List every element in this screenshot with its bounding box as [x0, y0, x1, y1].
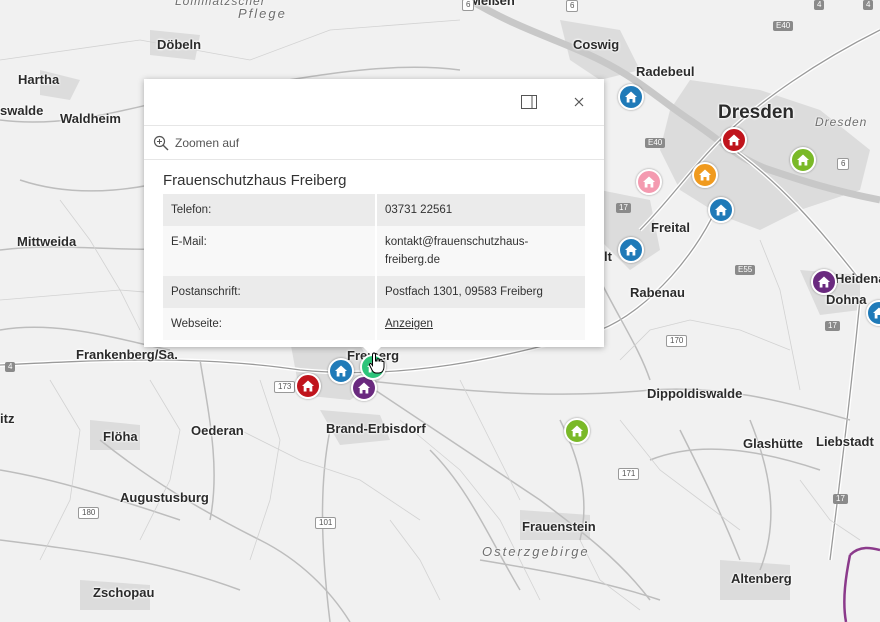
place-label-lt: lt: [604, 249, 612, 264]
place-label-frauenstein: Frauenstein: [522, 519, 596, 534]
road-shield: 171: [618, 468, 640, 480]
marker-frauenstein[interactable]: [564, 418, 590, 444]
place-label-brand-erbisdorf: Brand-Erbisdorf: [326, 421, 426, 436]
house-icon: [643, 176, 655, 188]
road-shield: 180: [78, 507, 100, 519]
road-shield: 17: [825, 321, 840, 331]
hand-cursor-icon: [368, 352, 385, 374]
marker-dresden-radebeul[interactable]: [618, 84, 644, 110]
road-shield: E40: [645, 138, 666, 148]
road-shield: 4: [814, 0, 825, 10]
region-label-pflege: Pflege: [238, 6, 287, 21]
table-row: Webseite: Anzeigen: [163, 308, 585, 340]
dock-icon: [521, 95, 537, 109]
place-label-dohna: Dohna: [826, 292, 867, 307]
close-icon: [574, 97, 584, 107]
region-label-dresden: Dresden: [815, 115, 868, 129]
house-icon: [571, 425, 583, 437]
place-label-augustusburg: Augustusburg: [120, 490, 209, 505]
place-label-itz: itz: [0, 411, 15, 426]
house-icon: [699, 169, 711, 181]
road-shield: 4: [5, 362, 16, 372]
place-label-liebstadt: Liebstadt: [816, 434, 874, 449]
place-label-radebeul: Radebeul: [636, 64, 695, 79]
feature-popup: Zoomen auf Frauenschutzhaus Freiberg Tel…: [144, 79, 604, 347]
place-label-meissen: Meißen: [470, 0, 515, 8]
table-row: Postanschrift: Postfach 1301, 09583 Frei…: [163, 276, 585, 308]
place-label-swalde: swalde: [0, 103, 44, 118]
place-label-freital: Freital: [651, 220, 691, 235]
place-label-coswig: Coswig: [573, 37, 620, 52]
attribute-key: Telefon:: [163, 194, 377, 226]
marker-dresden-east[interactable]: [790, 147, 816, 173]
popup-header: [144, 79, 604, 126]
place-label-floeha: Flöha: [103, 429, 138, 444]
road-shield: 170: [666, 335, 688, 347]
house-icon: [728, 134, 740, 146]
place-label-glashuette: Glashütte: [743, 436, 803, 451]
zoom-to-label: Zoomen auf: [175, 135, 240, 150]
place-label-hartha: Hartha: [18, 72, 60, 87]
marker-dresden-pink[interactable]: [636, 169, 662, 195]
popup-title: Frauenschutzhaus Freiberg: [163, 172, 347, 189]
marker-dresden-center[interactable]: [721, 127, 747, 153]
place-label-frankenberg: Frankenberg/Sa.: [76, 347, 178, 362]
place-label-dippoldiswalde: Dippoldiswalde: [647, 386, 743, 401]
place-label-oederan: Oederan: [191, 423, 244, 438]
road-shield: 173: [274, 381, 296, 393]
house-icon: [302, 380, 314, 392]
place-label-doebeln: Döbeln: [157, 37, 202, 52]
marker-dresden-south[interactable]: [708, 197, 734, 223]
attribute-key: Postanschrift:: [163, 276, 377, 308]
road-shield: 6: [837, 158, 850, 170]
place-label-rabenau: Rabenau: [630, 285, 685, 300]
attribute-value: 03731 22561: [376, 194, 585, 226]
website-link[interactable]: Anzeigen: [385, 318, 433, 330]
zoom-to-action[interactable]: Zoomen auf: [144, 126, 604, 160]
house-icon: [358, 382, 370, 394]
place-label-mittweida: Mittweida: [17, 234, 77, 249]
marker-freital[interactable]: [618, 237, 644, 263]
house-icon: [818, 276, 830, 288]
attribute-value: Postfach 1301, 09583 Freiberg: [376, 276, 585, 308]
road-shield: 17: [833, 494, 848, 504]
table-row: Telefon: 03731 22561: [163, 194, 585, 226]
attribute-value: kontakt@frauenschutzhaus- freiberg.de: [376, 226, 585, 276]
house-icon: [335, 365, 347, 377]
table-row: E-Mail: kontakt@frauenschutzhaus- freibe…: [163, 226, 585, 276]
road-shield: 4: [863, 0, 874, 10]
attribute-key: Webseite:: [163, 308, 377, 340]
place-label-zschopau: Zschopau: [93, 585, 155, 600]
marker-dresden-orange[interactable]: [692, 162, 718, 188]
house-icon: [715, 204, 727, 216]
place-label-dresden: Dresden: [718, 102, 795, 123]
house-icon: [625, 91, 637, 103]
road-shield: 6: [462, 0, 475, 11]
region-label-osterzgebirge: Osterzgebirge: [482, 544, 590, 559]
place-label-heidenau: Heidena: [835, 271, 880, 286]
road-shield: E55: [735, 265, 756, 275]
marker-freiberg-red[interactable]: [295, 373, 321, 399]
dock-button[interactable]: [518, 91, 540, 113]
road-shield: 6: [566, 0, 579, 12]
attribute-key: E-Mail:: [163, 226, 377, 276]
road-shield: 17: [616, 203, 631, 213]
marker-heidenau[interactable]: [811, 269, 837, 295]
house-icon: [625, 244, 637, 256]
house-icon: [873, 307, 880, 319]
marker-freiberg-blue[interactable]: [328, 358, 354, 384]
place-label-waldheim: Waldheim: [60, 111, 121, 126]
place-label-altenberg: Altenberg: [731, 571, 792, 586]
zoom-in-icon: [153, 135, 169, 150]
road-shield: E40: [773, 21, 794, 31]
road-shield: 101: [315, 517, 337, 529]
attribute-table: Telefon: 03731 22561 E-Mail: kontakt@fra…: [163, 194, 585, 340]
close-button[interactable]: [568, 91, 590, 113]
house-icon: [797, 154, 809, 166]
